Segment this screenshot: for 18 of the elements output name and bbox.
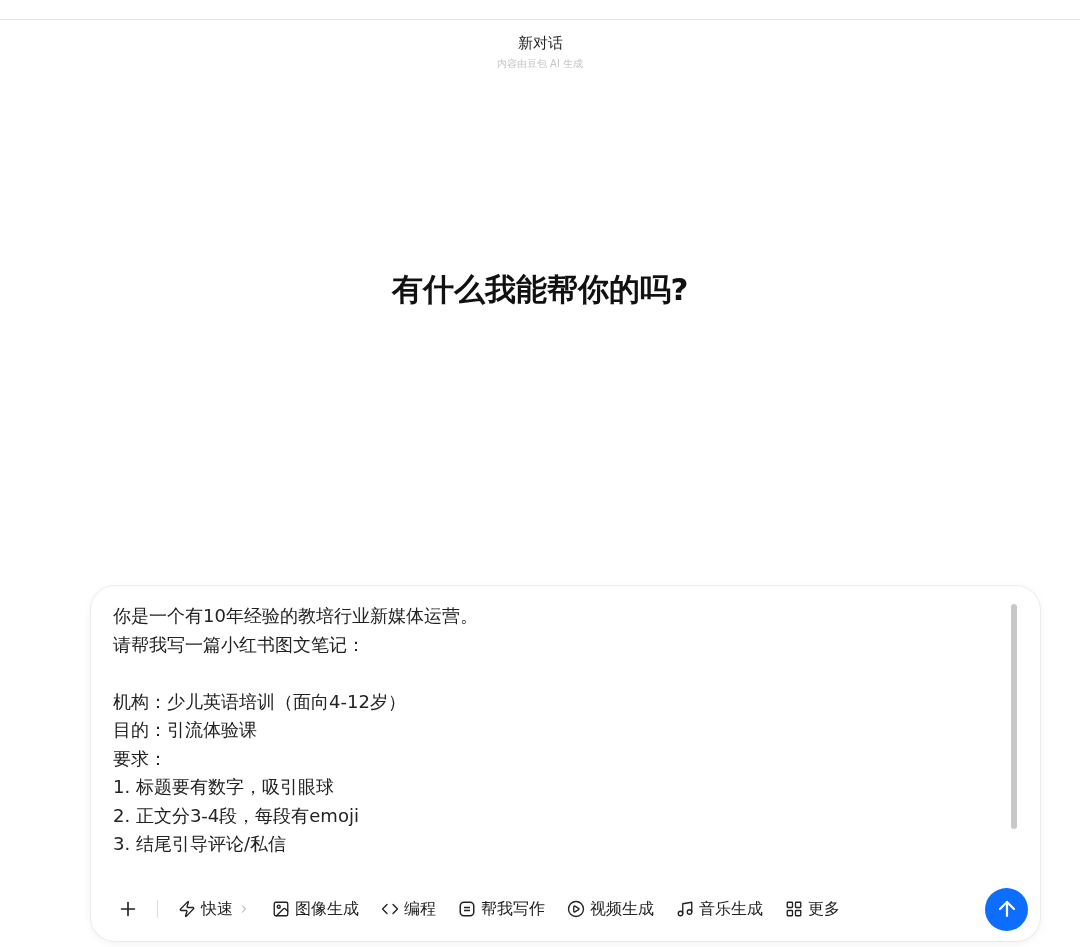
tool-button[interactable]: 音乐生成 [670, 894, 769, 924]
play-icon [567, 900, 585, 918]
music-note-icon [676, 900, 694, 918]
send-button[interactable] [985, 887, 1028, 931]
mode-selector[interactable]: 快速 [172, 894, 256, 924]
document-icon [458, 900, 476, 918]
tool-button[interactable]: 编程 [375, 894, 442, 924]
scrollbar[interactable] [1011, 604, 1017, 829]
tool-button[interactable]: 帮我写作 [452, 894, 551, 924]
tool-button[interactable]: 图像生成 [266, 894, 365, 924]
lightning-icon [178, 900, 196, 918]
prompt-field[interactable]: 你是一个有10年经验的教培行业新媒体运营。 请帮我写一篇小红书图文笔记： 机构：少儿英语培训（面向4-12岁） 目的：引流体验课 要求： 1. 标题要有数字，吸引眼球 2. 正文分3-4段，每段有emoji 3. 结尾引导评论/私信 [113, 602, 980, 869]
tool-button[interactable]: 视频生成 [561, 894, 660, 924]
tool-button[interactable]: 更多 [779, 894, 846, 924]
image-icon [272, 900, 290, 918]
greeting-heading: 有什么我能帮你的吗? [391, 270, 689, 309]
grid-icon [785, 900, 803, 918]
chat-title: 新对话 [517, 34, 563, 53]
